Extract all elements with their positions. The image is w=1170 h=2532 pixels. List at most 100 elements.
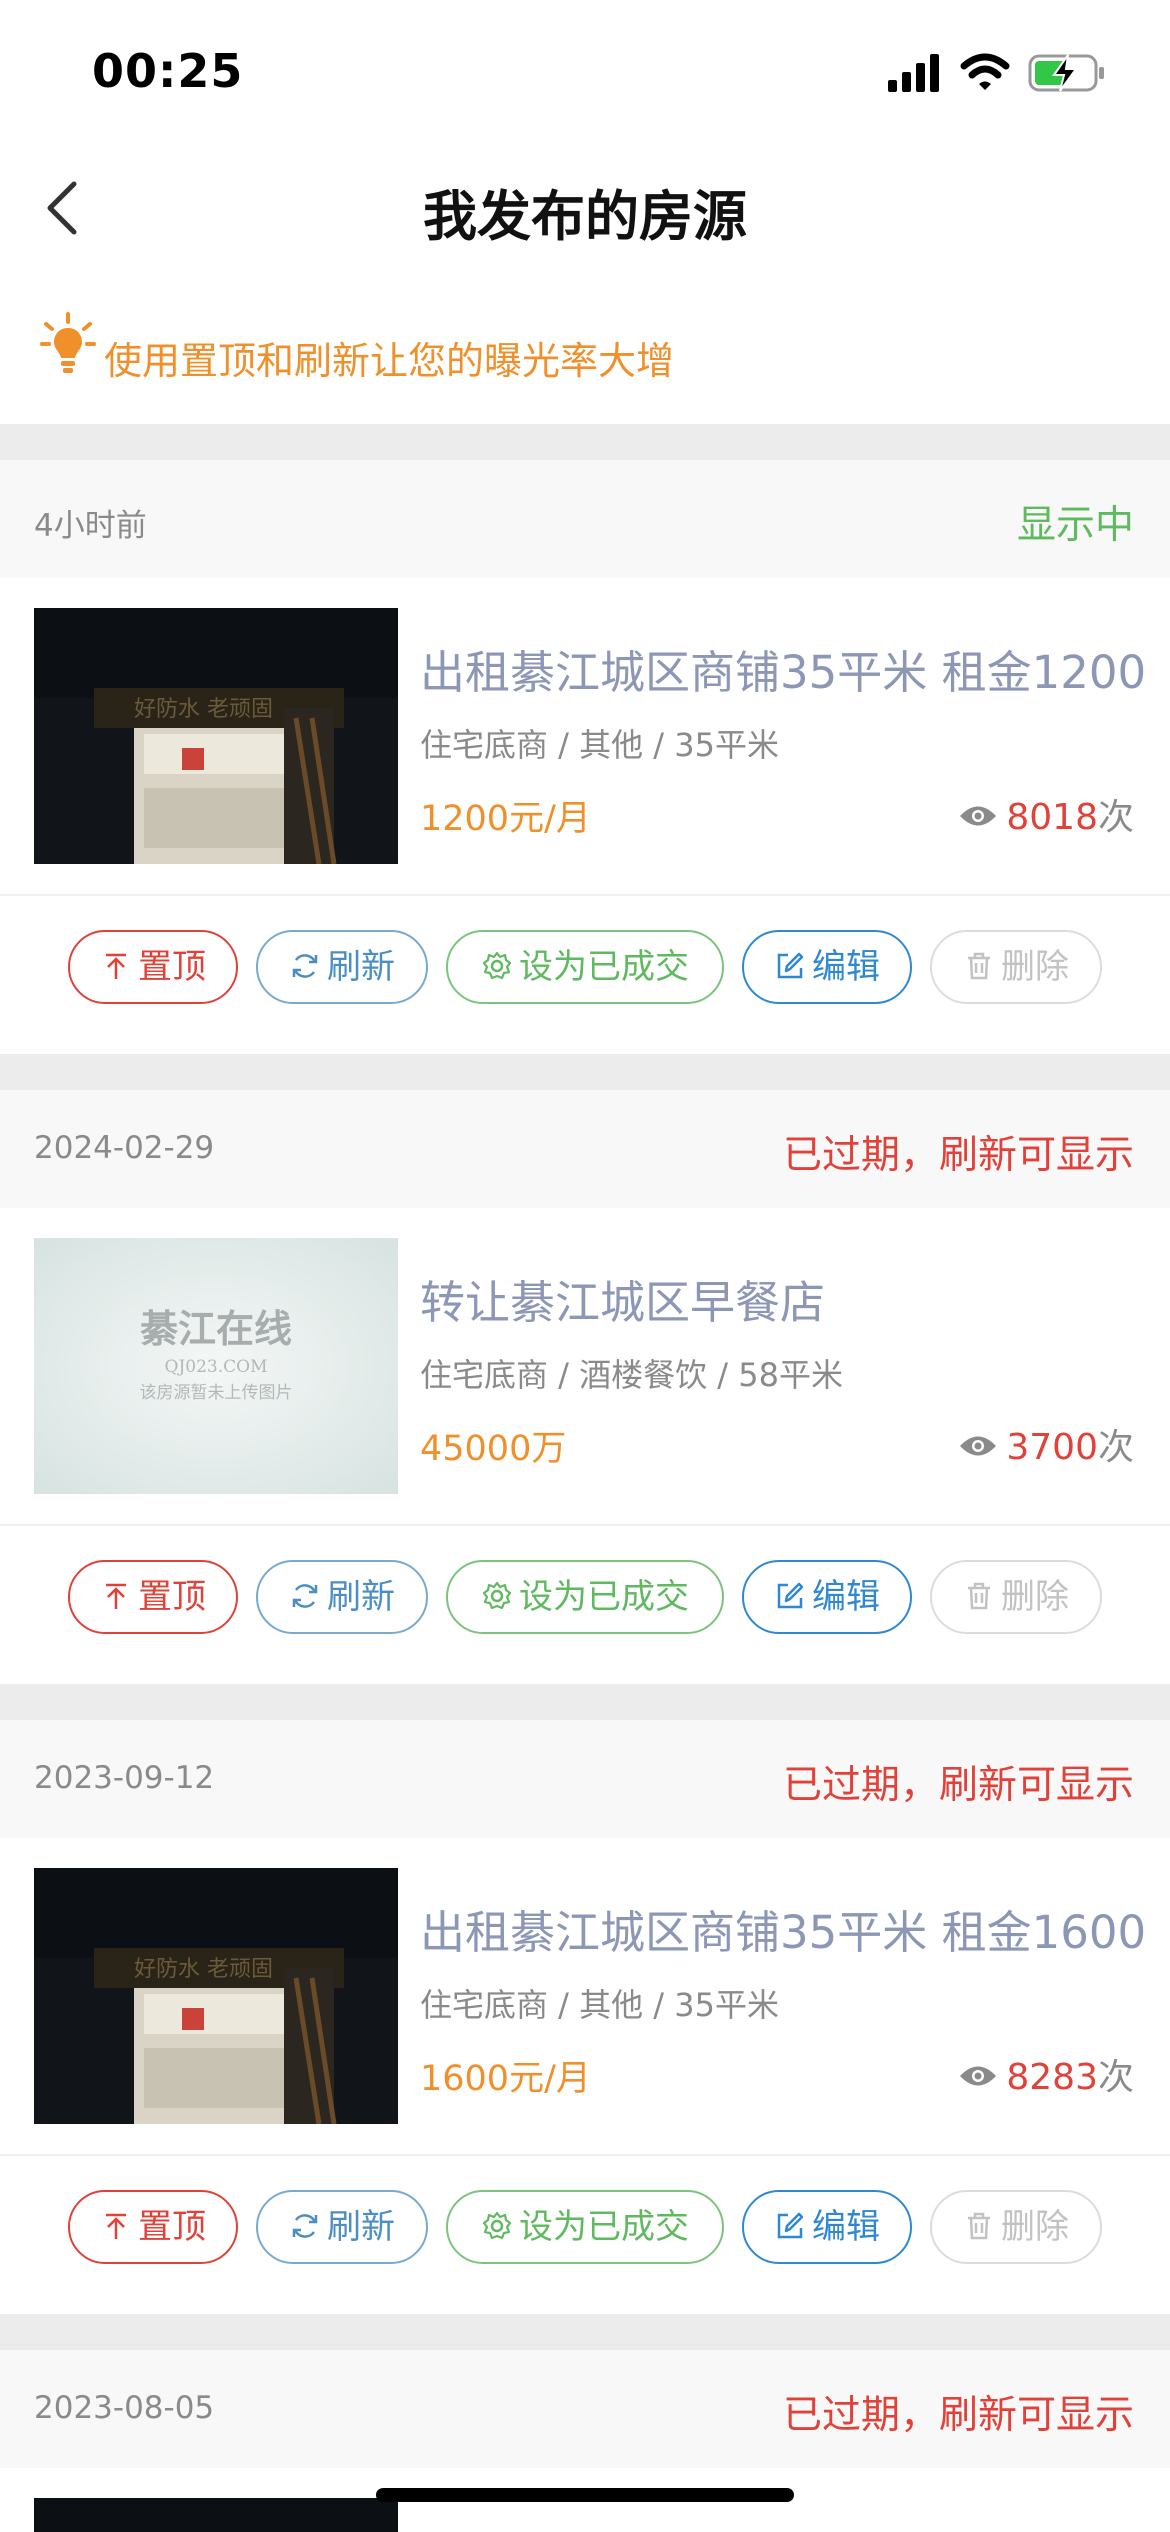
lightbulb-icon xyxy=(40,312,96,373)
placeholder-note: 该房源暂未上传图片 xyxy=(140,1383,293,1403)
delete-button[interactable]: 删除 xyxy=(930,1560,1102,1634)
edit-label: 编辑 xyxy=(812,947,880,987)
section-divider xyxy=(0,424,1170,460)
section-divider xyxy=(0,2314,1170,2350)
nav-bar: 我发布的房源 xyxy=(0,150,1170,260)
listing-price: 45000万 xyxy=(420,1429,567,1469)
listing-header: 2024-02-29 已过期，刷新可显示 xyxy=(0,1090,1170,1208)
eye-icon xyxy=(960,806,997,826)
edit-button[interactable]: 编辑 xyxy=(742,930,912,1004)
listing-date: 2023-08-05 xyxy=(34,2390,215,2426)
edit-label: 编辑 xyxy=(812,2207,880,2247)
mark-done-button[interactable]: 设为已成交 xyxy=(446,930,724,1004)
pin-top-label: 置顶 xyxy=(138,2207,206,2247)
status-bar: 00:25 xyxy=(0,0,1170,150)
pin-top-button[interactable]: 置顶 xyxy=(68,2190,238,2264)
signal-icon xyxy=(888,54,939,92)
edit-icon xyxy=(777,952,804,978)
listing-price: 1600元/月 xyxy=(420,2059,591,2099)
listing-photo[interactable]: 好防水 老顽固 xyxy=(34,608,398,864)
mark-done-label: 设为已成交 xyxy=(519,947,689,987)
refresh-label: 刷新 xyxy=(327,2207,395,2247)
trash-icon xyxy=(968,1582,990,1609)
listing-title[interactable]: 出租綦江城区商铺35平米 租金1200 xyxy=(420,636,1146,701)
views-count: 3700 xyxy=(1006,1427,1098,1468)
listing-card: 2023-08-05 已过期，刷新可显示 xyxy=(0,2350,1170,2532)
listing-title[interactable]: 转让綦江城区早餐店 xyxy=(420,1266,825,1331)
placeholder-brand: 綦江在线 xyxy=(140,1306,292,1351)
listing-date: 4小时前 xyxy=(34,508,147,544)
listing-header: 2023-08-05 已过期，刷新可显示 xyxy=(0,2350,1170,2468)
listing-card: 4小时前 显示中 好防水 老顽固 出租綦江城区商铺35平米 租金1200 住宅底… xyxy=(0,460,1170,1054)
views-count: 8283 xyxy=(1006,2057,1098,2098)
svg-text:好防水 老顽固: 好防水 老顽固 xyxy=(134,1957,273,1982)
listing-actions: 置顶 刷新 设为已成交 编辑 删除 xyxy=(0,2190,1170,2268)
eye-icon xyxy=(960,2066,997,2086)
listing-meta: 住宅底商 / 其他 / 35平米 xyxy=(420,726,779,764)
listing-photo[interactable]: 好防水 老顽固 xyxy=(34,1868,398,2124)
mark-done-button[interactable]: 设为已成交 xyxy=(446,1560,724,1634)
listing-price: 1200元/月 xyxy=(420,799,591,839)
listing-card: 2023-09-12 已过期，刷新可显示 好防水 老顽固 出租綦江城区商铺35平… xyxy=(0,1720,1170,2314)
trash-icon xyxy=(968,952,990,979)
listing-views: 8018次 xyxy=(958,788,1134,838)
delete-label: 删除 xyxy=(1001,947,1069,987)
listing-date: 2024-02-29 xyxy=(34,1130,215,1166)
refresh-icon xyxy=(292,2213,318,2238)
refresh-label: 刷新 xyxy=(327,947,395,987)
divider xyxy=(0,2154,1170,2156)
pin-top-label: 置顶 xyxy=(138,947,206,987)
delete-button[interactable]: 删除 xyxy=(930,930,1102,1004)
listing-views: 8283次 xyxy=(958,2048,1134,2098)
battery-charging-icon xyxy=(1028,54,1104,92)
listing-header: 4小时前 显示中 xyxy=(0,460,1170,578)
delete-label: 删除 xyxy=(1001,1577,1069,1617)
listing-meta: 住宅底商 / 酒楼餐饮 / 58平米 xyxy=(420,1356,843,1394)
mark-done-label: 设为已成交 xyxy=(519,1577,689,1617)
gear-icon xyxy=(482,2211,512,2239)
pin-top-button[interactable]: 置顶 xyxy=(68,1560,238,1634)
refresh-button[interactable]: 刷新 xyxy=(256,1560,428,1634)
listing-status: 显示中 xyxy=(1016,503,1134,548)
tip-banner: 使用置顶和刷新让您的曝光率大增 xyxy=(0,290,1170,420)
listing-status: 已过期，刷新可显示 xyxy=(782,1133,1134,1178)
listing-placeholder-image[interactable]: 綦江在线 QJ023.COM 该房源暂未上传图片 xyxy=(34,1238,398,1494)
svg-text:好防水 老顽固: 好防水 老顽固 xyxy=(134,697,273,722)
refresh-button[interactable]: 刷新 xyxy=(256,930,428,1004)
listing-status: 已过期，刷新可显示 xyxy=(782,1763,1134,1808)
refresh-button[interactable]: 刷新 xyxy=(256,2190,428,2264)
status-time: 00:25 xyxy=(92,44,244,98)
views-count: 8018 xyxy=(1006,797,1098,838)
listing-meta: 住宅底商 / 其他 / 35平米 xyxy=(420,1986,779,2024)
listing-status: 已过期，刷新可显示 xyxy=(782,2393,1134,2438)
listing-actions: 置顶 刷新 设为已成交 编辑 删除 xyxy=(0,930,1170,1008)
pin-top-button[interactable]: 置顶 xyxy=(68,930,238,1004)
divider xyxy=(0,894,1170,896)
edit-button[interactable]: 编辑 xyxy=(742,1560,912,1634)
mark-done-button[interactable]: 设为已成交 xyxy=(446,2190,724,2264)
listing-card: 2024-02-29 已过期，刷新可显示 綦江在线 QJ023.COM 该房源暂… xyxy=(0,1090,1170,1684)
divider xyxy=(0,1524,1170,1526)
listing-title[interactable]: 出租綦江城区商铺35平米 租金1600 xyxy=(420,1896,1146,1961)
gear-icon xyxy=(482,951,512,979)
refresh-label: 刷新 xyxy=(327,1577,395,1617)
views-unit: 次 xyxy=(1097,797,1134,838)
listing-views: 3700次 xyxy=(958,1418,1134,1468)
section-divider xyxy=(0,1684,1170,1720)
listing-photo[interactable] xyxy=(34,2498,398,2532)
edit-icon xyxy=(777,2212,804,2238)
mark-done-label: 设为已成交 xyxy=(519,2207,689,2247)
edit-icon xyxy=(777,1582,804,1608)
delete-button[interactable]: 删除 xyxy=(930,2190,1102,2264)
refresh-icon xyxy=(292,953,318,978)
refresh-icon xyxy=(292,1583,318,1608)
delete-label: 删除 xyxy=(1001,2207,1069,2247)
trash-icon xyxy=(968,2212,990,2239)
views-unit: 次 xyxy=(1097,1427,1134,1468)
edit-label: 编辑 xyxy=(812,1577,880,1617)
placeholder-domain: QJ023.COM xyxy=(165,1357,268,1377)
listing-date: 2023-09-12 xyxy=(34,1760,215,1796)
edit-button[interactable]: 编辑 xyxy=(742,2190,912,2264)
arrow-up-icon xyxy=(106,2213,126,2239)
views-unit: 次 xyxy=(1097,2057,1134,2098)
